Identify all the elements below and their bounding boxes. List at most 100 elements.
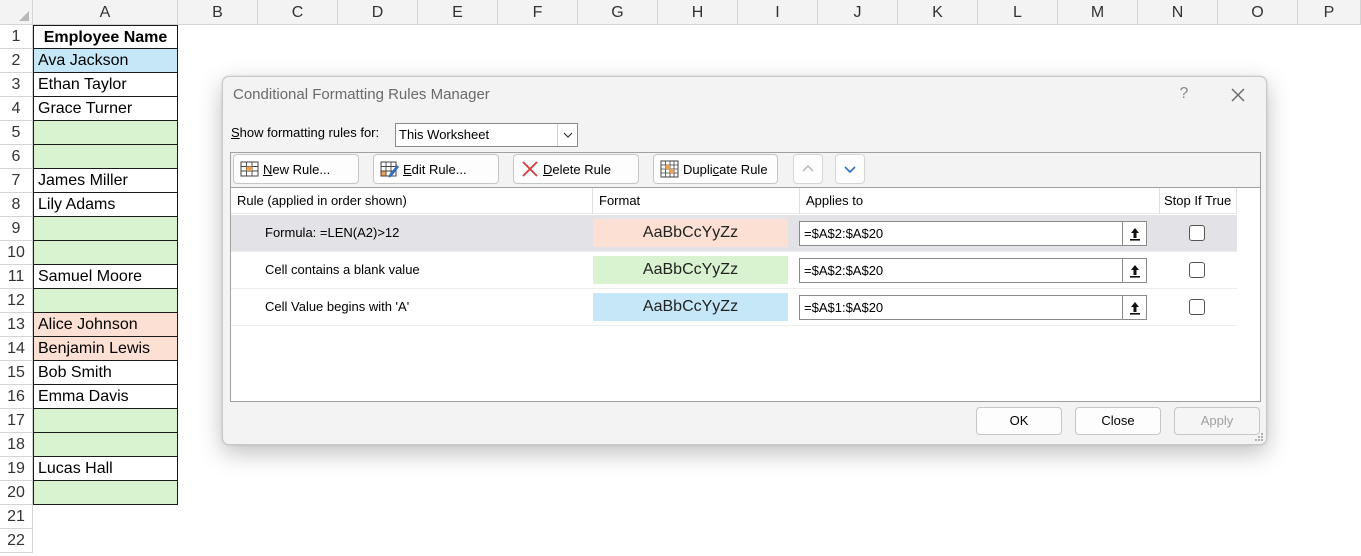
help-icon[interactable]: ?: [1174, 84, 1194, 104]
column-header-j[interactable]: J: [818, 0, 898, 25]
employee-cell[interactable]: [33, 433, 178, 457]
column-header-stop-if-true[interactable]: Stop If True: [1160, 188, 1237, 214]
duplicate-rule-icon: [660, 160, 679, 178]
column-header-o[interactable]: O: [1218, 0, 1298, 25]
apply-button[interactable]: Apply: [1174, 407, 1260, 435]
column-a-cells: Employee Name Ava Jackson Ethan Taylor Grac…: [33, 25, 178, 505]
row-header[interactable]: 12: [0, 289, 33, 313]
new-rule-icon: [240, 161, 259, 177]
row-header[interactable]: 7: [0, 169, 33, 193]
resize-grip-icon[interactable]: [1254, 432, 1264, 442]
stop-if-true-checkbox[interactable]: [1189, 262, 1205, 278]
column-header-n[interactable]: N: [1138, 0, 1218, 25]
stop-if-true-checkbox[interactable]: [1189, 299, 1205, 315]
column-headers: A B C D E F G H I J K L M N O P: [33, 0, 1361, 25]
move-down-button[interactable]: [835, 154, 865, 184]
applies-to-field[interactable]: =$A$2:$A$20: [799, 221, 1147, 246]
rules-list[interactable]: Rule (applied in order shown) Format App…: [230, 187, 1261, 402]
row-header[interactable]: 5: [0, 121, 33, 145]
row-header[interactable]: 9: [0, 217, 33, 241]
row-header[interactable]: 14: [0, 337, 33, 361]
rule-row[interactable]: Cell contains a blank value AaBbCcYyZz =$A…: [231, 252, 1237, 289]
show-rules-for-dropdown[interactable]: This Worksheet: [395, 123, 578, 147]
applies-to-field[interactable]: =$A$2:$A$20: [799, 258, 1147, 283]
column-header-f[interactable]: F: [498, 0, 578, 25]
employee-cell[interactable]: Ava Jackson: [33, 49, 178, 73]
column-header-e[interactable]: E: [418, 0, 498, 25]
row-header[interactable]: 6: [0, 145, 33, 169]
row-header[interactable]: 13: [0, 313, 33, 337]
column-header-d[interactable]: D: [338, 0, 418, 25]
employee-cell[interactable]: Ethan Taylor: [33, 73, 178, 97]
column-header-rule[interactable]: Rule (applied in order shown): [231, 188, 593, 214]
applies-to-value: =$A$2:$A$20: [804, 226, 884, 241]
row-header[interactable]: 10: [0, 241, 33, 265]
duplicate-rule-button[interactable]: Duplicate Rule: [653, 154, 778, 184]
employee-cell[interactable]: [33, 241, 178, 265]
dialog-title: Conditional Formatting Rules Manager: [233, 86, 490, 103]
column-header-a[interactable]: A: [33, 0, 178, 25]
applies-to-field[interactable]: =$A$1:$A$20: [799, 295, 1147, 320]
move-up-button[interactable]: [793, 154, 823, 184]
employee-cell[interactable]: Grace Turner: [33, 97, 178, 121]
row-header[interactable]: 15: [0, 361, 33, 385]
collapse-range-icon[interactable]: [1122, 296, 1146, 319]
close-button[interactable]: Close: [1075, 407, 1161, 435]
row-header[interactable]: 21: [0, 505, 33, 529]
rule-row[interactable]: Formula: =LEN(A2)>12 AaBbCcYyZz =$A$2:$A$2…: [231, 215, 1237, 252]
employee-cell[interactable]: Emma Davis: [33, 385, 178, 409]
collapse-range-icon[interactable]: [1122, 222, 1146, 245]
employee-cell[interactable]: [33, 481, 178, 505]
employee-cell[interactable]: [33, 409, 178, 433]
row-header[interactable]: 18: [0, 433, 33, 457]
employee-cell[interactable]: Samuel Moore: [33, 265, 178, 289]
row-header[interactable]: 11: [0, 265, 33, 289]
column-header-format[interactable]: Format: [593, 188, 800, 214]
employee-cell[interactable]: Bob Smith: [33, 361, 178, 385]
employee-cell[interactable]: [33, 217, 178, 241]
chevron-up-icon: [802, 165, 814, 172]
employee-cell[interactable]: [33, 289, 178, 313]
column-header-applies-to[interactable]: Applies to: [800, 188, 1160, 214]
column-header-c[interactable]: C: [258, 0, 338, 25]
row-header[interactable]: 22: [0, 529, 33, 553]
delete-rule-button[interactable]: Delete Rule: [513, 154, 639, 184]
column-header-g[interactable]: G: [578, 0, 658, 25]
column-header-h[interactable]: H: [658, 0, 738, 25]
header-cell[interactable]: Employee Name: [33, 25, 178, 49]
row-header[interactable]: 20: [0, 481, 33, 505]
column-header-p[interactable]: P: [1298, 0, 1361, 25]
row-header[interactable]: 19: [0, 457, 33, 481]
ok-button[interactable]: OK: [976, 407, 1062, 435]
employee-cell[interactable]: [33, 121, 178, 145]
employee-cell[interactable]: Lily Adams: [33, 193, 178, 217]
row-header[interactable]: 1: [0, 25, 33, 49]
collapse-range-icon[interactable]: [1122, 259, 1146, 282]
row-header[interactable]: 3: [0, 73, 33, 97]
row-header[interactable]: 4: [0, 97, 33, 121]
rule-row[interactable]: Cell Value begins with 'A' AaBbCcYyZz =$A$…: [231, 289, 1237, 326]
column-header-m[interactable]: M: [1058, 0, 1138, 25]
employee-cell[interactable]: Benjamin Lewis: [33, 337, 178, 361]
conditional-formatting-rules-manager-dialog: Conditional Formatting Rules Manager ? S…: [222, 76, 1267, 445]
column-header-k[interactable]: K: [898, 0, 978, 25]
edit-rule-button[interactable]: Edit Rule...: [373, 154, 499, 184]
row-header[interactable]: 16: [0, 385, 33, 409]
employee-cell[interactable]: [33, 145, 178, 169]
row-header[interactable]: 2: [0, 49, 33, 73]
column-header-b[interactable]: B: [178, 0, 258, 25]
column-header-l[interactable]: L: [978, 0, 1058, 25]
scope-value: This Worksheet: [399, 127, 490, 142]
row-header[interactable]: 17: [0, 409, 33, 433]
employee-cell[interactable]: Alice Johnson: [33, 313, 178, 337]
new-rule-button[interactable]: New Rule...: [233, 154, 359, 184]
format-preview: AaBbCcYyZz: [593, 256, 788, 284]
close-icon[interactable]: [1227, 84, 1249, 106]
row-header[interactable]: 8: [0, 193, 33, 217]
select-all-corner[interactable]: [0, 0, 33, 25]
employee-cell[interactable]: Lucas Hall: [33, 457, 178, 481]
employee-cell[interactable]: James Miller: [33, 169, 178, 193]
column-header-i[interactable]: I: [738, 0, 818, 25]
chevron-down-icon[interactable]: [557, 124, 577, 146]
stop-if-true-checkbox[interactable]: [1189, 225, 1205, 241]
